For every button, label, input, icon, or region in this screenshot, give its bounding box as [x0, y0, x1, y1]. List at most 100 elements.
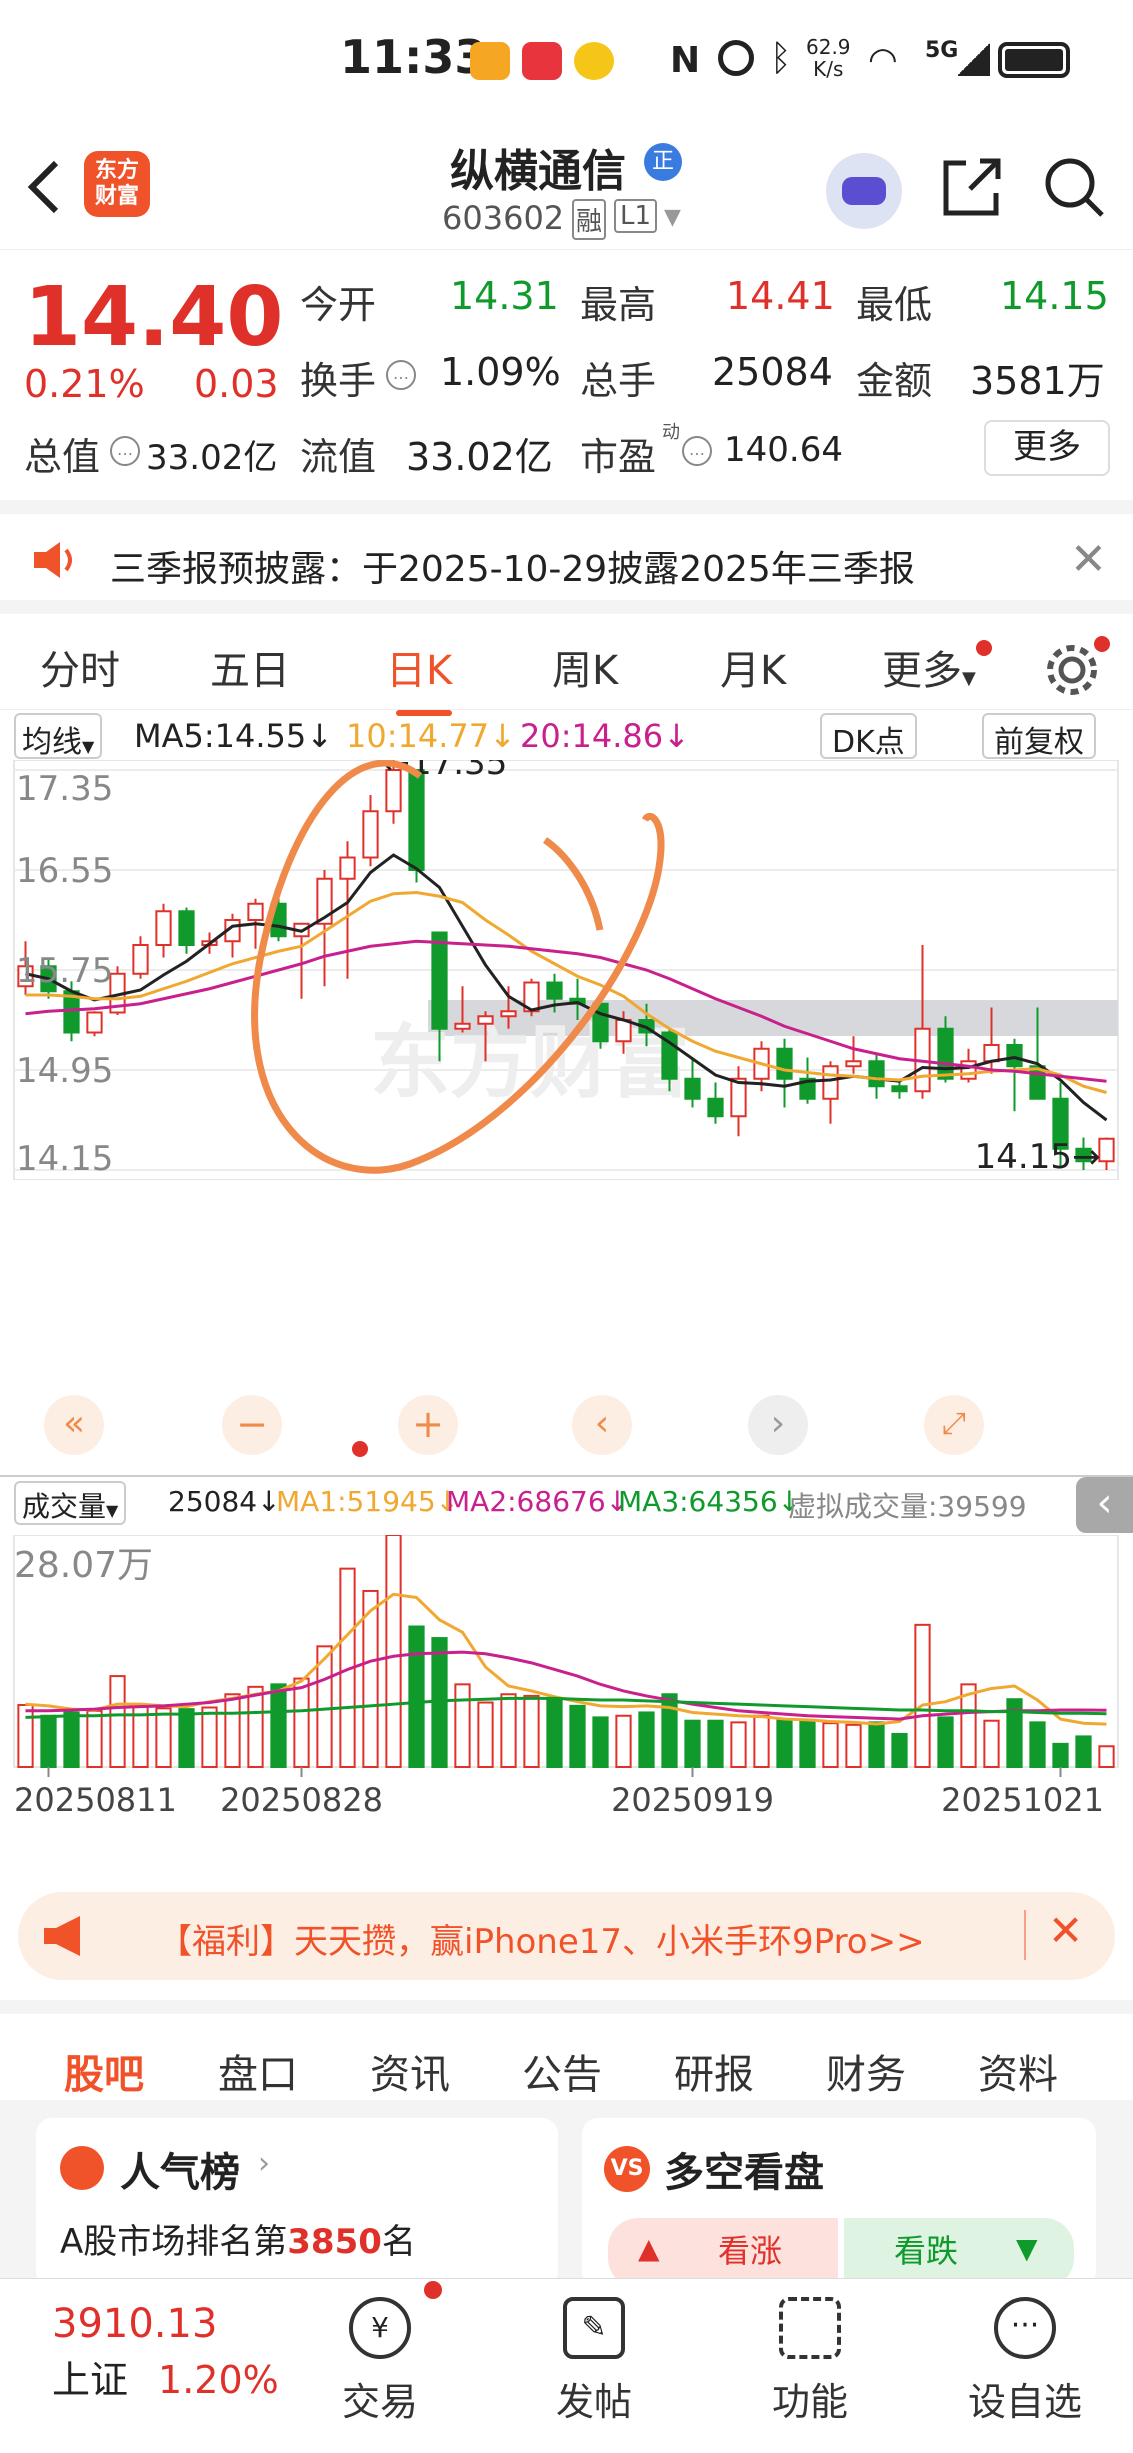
function-button[interactable]: 功能: [740, 2297, 880, 2426]
zoom-in-button[interactable]: +: [398, 1395, 458, 1455]
tab-research[interactable]: 研报: [674, 2042, 754, 2100]
info-icon[interactable]: …: [386, 360, 416, 390]
ma-selector[interactable]: 均线▼: [14, 713, 103, 760]
volume-bar: [776, 1718, 793, 1768]
logo-text-2: 财富: [94, 184, 139, 209]
volume-bar: [684, 1719, 701, 1769]
virtual-volume-legend: 虚拟成交量:39599: [788, 1490, 1027, 1523]
tab-guba[interactable]: 股吧: [64, 2042, 144, 2100]
volume-legend: 25084↓: [168, 1485, 281, 1518]
volume-bar: [224, 1693, 241, 1768]
dropdown-icon[interactable]: ▼: [664, 205, 681, 230]
tab-five-day[interactable]: 五日: [210, 638, 290, 696]
notice-bar[interactable]: 三季报预披露：于2025-10-29披露2025年三季报 ✕: [0, 500, 1133, 600]
high-label: 最高: [580, 283, 657, 327]
index-ticker[interactable]: 3910.13 上证 1.20%: [52, 2301, 279, 2404]
notification-dot: [976, 640, 992, 656]
candle-body: [408, 769, 425, 871]
volume-bar: [1052, 1742, 1069, 1768]
margin-tag: 融: [572, 199, 607, 240]
nfc-icon: N: [670, 40, 701, 81]
quote-panel: 14.40 0.21% 0.03 今开 14.31 最高 14.41 最低 14…: [0, 250, 1133, 500]
volume-bar: [753, 1714, 770, 1769]
scroll-left-button[interactable]: ‹: [572, 1395, 632, 1455]
tab-finance[interactable]: 财务: [826, 2042, 906, 2100]
more-button[interactable]: 更多: [984, 420, 1110, 476]
open-label: 今开: [300, 283, 377, 327]
volume-bar: [500, 1693, 517, 1768]
candle-body: [362, 810, 379, 859]
tab-monthly-k[interactable]: 月K: [720, 638, 786, 696]
volume-bar: [707, 1719, 724, 1769]
net-speed: 62.9 K/s: [806, 35, 851, 81]
hand-drawn-annotation: [251, 760, 665, 1174]
scroll-left-fast-button[interactable]: «: [44, 1395, 104, 1455]
close-icon[interactable]: ✕: [1048, 1906, 1083, 1955]
down-triangle-icon: ▼: [1016, 2232, 1038, 2265]
kline-chart[interactable]: 东方财富 17.3516.5515.7514.9514.15←17.3514.1…: [0, 760, 1133, 1180]
tab-weekly-k[interactable]: 周K: [552, 638, 618, 696]
promo-banner[interactable]: 【福利】天天攒，赢iPhone17、小米手环9Pro>> ✕: [18, 1892, 1115, 1980]
share-button[interactable]: [940, 155, 1004, 223]
post-button[interactable]: ✎ 发帖: [524, 2297, 664, 2426]
volume-bar: [799, 1719, 816, 1769]
notice-text: 三季报预披露：于2025-10-29披露2025年三季报: [110, 549, 915, 590]
megaphone-icon: [40, 1914, 90, 1962]
dk-point-button[interactable]: DK点: [820, 713, 917, 760]
volume-bar: [201, 1706, 218, 1768]
tab-announcements[interactable]: 公告: [522, 2042, 602, 2100]
fullscreen-button[interactable]: ⤢: [924, 1395, 984, 1455]
candle-body: [1006, 1044, 1023, 1068]
eastmoney-logo[interactable]: 东方 财富: [84, 151, 150, 217]
robot-assistant-icon[interactable]: [826, 153, 902, 229]
settings-button[interactable]: [1042, 640, 1102, 704]
candle-body: [500, 1010, 517, 1018]
candle-body: [86, 1011, 103, 1034]
volume-bar: [178, 1708, 195, 1768]
adjust-button[interactable]: 前复权: [982, 713, 1096, 760]
volume-bar: [40, 1714, 57, 1769]
vs-icon: VS: [604, 2146, 650, 2192]
info-icon[interactable]: …: [110, 436, 140, 466]
tab-intraday[interactable]: 分时: [40, 638, 120, 696]
amount-value: 3581万: [970, 359, 1105, 403]
volume-chart[interactable]: 28.07万 20250811 20250828 20250919 20251021: [0, 1535, 1133, 1825]
tab-daily-k[interactable]: 日K: [386, 638, 452, 696]
scroll-right-button[interactable]: ›: [748, 1395, 808, 1455]
candle-body: [1098, 1137, 1115, 1163]
add-watchlist-button[interactable]: ··· 设自选: [955, 2297, 1095, 2426]
content-tabs: 股吧 盘口 资讯 公告 研报 财务 资料: [0, 2000, 1133, 2106]
pe-value: 140.64: [724, 430, 843, 470]
info-icon[interactable]: …: [682, 436, 712, 466]
indicator-selector[interactable]: 成交量▼: [14, 1481, 127, 1525]
search-button[interactable]: [1042, 155, 1106, 223]
candle-body: [477, 1015, 494, 1025]
x-tick-label: 20250828: [220, 1781, 383, 1819]
candle-body: [684, 1077, 701, 1100]
tab-profile[interactable]: 资料: [978, 2042, 1058, 2100]
back-arrow-icon: [27, 160, 59, 214]
divider: [1024, 1910, 1026, 1960]
trade-button[interactable]: ¥ 交易: [310, 2297, 450, 2426]
float-label: 流值: [300, 435, 377, 479]
verified-badge: 正: [644, 143, 682, 181]
ma5-legend: MA5:14.55↓: [134, 717, 334, 755]
candle-body: [178, 910, 195, 946]
mktcap-label: 总值: [24, 435, 101, 479]
back-button[interactable]: [24, 157, 64, 217]
volume-bar: [63, 1711, 80, 1768]
pe-label: 市盈: [580, 435, 657, 479]
popularity-card[interactable]: 人气榜 › A股市场排名第3850名: [36, 2118, 558, 2288]
close-icon[interactable]: ✕: [1070, 534, 1107, 585]
zoom-out-button[interactable]: −: [222, 1395, 282, 1455]
volume-bar: [408, 1625, 425, 1768]
collapse-panel-button[interactable]: ‹: [1076, 1477, 1133, 1533]
tab-news[interactable]: 资讯: [370, 2042, 450, 2100]
index-row: 上证 1.20%: [52, 2349, 279, 2404]
tab-pankou[interactable]: 盘口: [218, 2042, 298, 2100]
bull-bear-card[interactable]: VS 多空看盘 ▲ 看涨 看跌 ▼: [582, 2118, 1096, 2288]
volume-bar: [247, 1685, 264, 1768]
tab-more[interactable]: 更多▼: [882, 638, 976, 696]
more-dots-icon: ···: [994, 2297, 1056, 2359]
volume-bar: [891, 1732, 908, 1768]
